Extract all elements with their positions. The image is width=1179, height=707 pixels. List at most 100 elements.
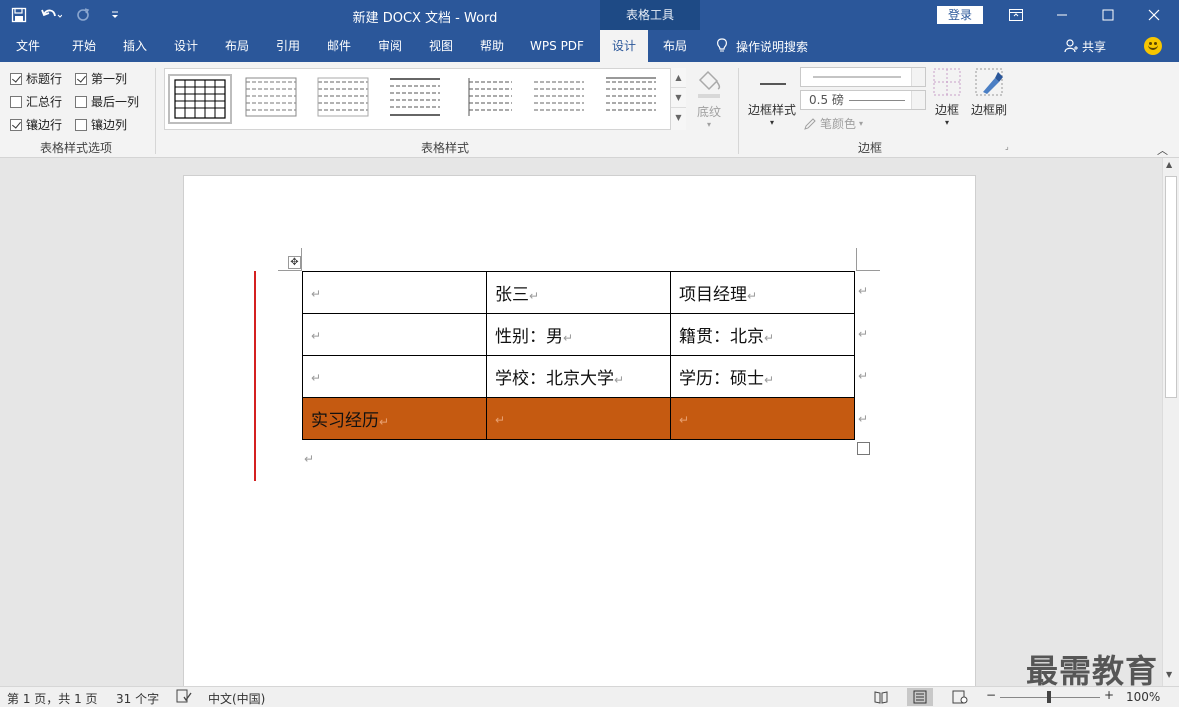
- customize-qat-icon[interactable]: [104, 4, 126, 26]
- print-layout-icon[interactable]: [907, 688, 933, 706]
- redo-icon[interactable]: [72, 4, 94, 26]
- tab-home[interactable]: 开始: [60, 30, 108, 62]
- tab-table-design[interactable]: 设计: [600, 30, 648, 62]
- tab-references[interactable]: 引用: [264, 30, 312, 62]
- save-icon[interactable]: [8, 4, 30, 26]
- line-weight-dropdown[interactable]: 0.5 磅: [800, 90, 926, 110]
- border-styles-button[interactable]: 边框样式 ▾: [744, 66, 800, 127]
- option-last-column[interactable]: 最后一列: [75, 93, 139, 110]
- scrollbar-thumb[interactable]: [1165, 176, 1177, 398]
- tab-review[interactable]: 审阅: [366, 30, 414, 62]
- word-count[interactable]: 31 个字: [116, 690, 159, 707]
- tell-me-search[interactable]: 操作说明搜索: [716, 30, 808, 62]
- vertical-scrollbar[interactable]: ▲ ▼: [1162, 158, 1179, 686]
- quick-access-toolbar: [8, 0, 126, 30]
- table-cell[interactable]: 学校：北京大学↵: [486, 355, 671, 398]
- table-style-plain-4[interactable]: [457, 74, 521, 124]
- option-banded-columns[interactable]: 镶边列: [75, 116, 127, 133]
- table-cell[interactable]: ↵: [302, 355, 487, 398]
- tab-design[interactable]: 设计: [162, 30, 210, 62]
- scroll-down-icon[interactable]: ▼: [1166, 670, 1172, 679]
- table-style-plain-5[interactable]: [529, 74, 593, 124]
- zoom-level[interactable]: 100%: [1126, 690, 1160, 704]
- tab-help[interactable]: 帮助: [468, 30, 516, 62]
- zoom-out-icon[interactable]: −: [986, 688, 996, 702]
- option-total-row[interactable]: 汇总行: [10, 93, 62, 110]
- checkbox[interactable]: [75, 72, 87, 85]
- checkbox[interactable]: [10, 118, 22, 131]
- maximize-icon[interactable]: [1085, 0, 1131, 30]
- page-count[interactable]: 第 1 页，共 1 页: [7, 690, 98, 707]
- table-cell[interactable]: ↵: [670, 397, 855, 440]
- gallery-more-icon[interactable]: ▼: [671, 108, 686, 128]
- table-cell[interactable]: 性别：男↵: [486, 313, 671, 356]
- minimize-icon[interactable]: [1039, 0, 1085, 30]
- table-style-plain-6[interactable]: [601, 74, 665, 124]
- option-header-row[interactable]: 标题行: [10, 70, 62, 87]
- crop-mark: [856, 270, 880, 271]
- border-painter-icon: [975, 68, 1003, 96]
- pen-color-button[interactable]: 笔颜色 ▾: [803, 115, 863, 132]
- document-table: ↵ 张三↵ 项目经理↵ ↵ 性别：男↵ 籍贯：北京↵ ↵ 学校：北京大学↵ 学历…: [302, 271, 855, 440]
- table-style-grid[interactable]: [168, 74, 232, 124]
- checkbox[interactable]: [75, 118, 87, 131]
- option-first-column[interactable]: 第一列: [75, 70, 127, 87]
- borders-button[interactable]: 边框 ▾: [928, 66, 966, 127]
- tab-layout[interactable]: 布局: [213, 30, 261, 62]
- borders-dialog-launcher-icon[interactable]: ⌟: [1005, 142, 1009, 151]
- tab-wps-pdf[interactable]: WPS PDF: [522, 30, 592, 62]
- table-cell[interactable]: ↵: [302, 271, 487, 314]
- table-move-handle-icon[interactable]: ✥: [288, 256, 301, 269]
- border-painter-button[interactable]: 边框刷: [968, 66, 1010, 118]
- gallery-up-icon[interactable]: ▲: [671, 68, 686, 88]
- gallery-down-icon[interactable]: ▼: [671, 88, 686, 108]
- chevron-down-icon: [911, 68, 925, 86]
- pen-icon: [804, 117, 816, 130]
- window-title: 新建 DOCX 文档 - Word: [352, 11, 498, 26]
- table-resize-handle[interactable]: [857, 442, 870, 455]
- borders-label: 边框: [934, 103, 959, 117]
- table-style-plain-3[interactable]: [385, 74, 449, 124]
- table-cell[interactable]: ↵: [302, 313, 487, 356]
- read-mode-icon[interactable]: [868, 688, 894, 706]
- close-icon[interactable]: [1131, 0, 1177, 30]
- tab-mailings[interactable]: 邮件: [315, 30, 363, 62]
- end-of-row-mark: ↵: [858, 369, 869, 383]
- language[interactable]: 中文(中国): [208, 690, 265, 707]
- tab-view[interactable]: 视图: [417, 30, 465, 62]
- zoom-slider-thumb[interactable]: [1047, 691, 1051, 703]
- shading-button[interactable]: 底纹 ▾: [690, 66, 728, 129]
- login-button[interactable]: 登录: [937, 6, 983, 24]
- watermark-logo: 最需教育: [1026, 652, 1159, 690]
- proofing-icon[interactable]: [176, 689, 192, 706]
- checkbox[interactable]: [10, 95, 22, 108]
- scroll-up-icon[interactable]: ▲: [1166, 160, 1172, 169]
- undo-icon[interactable]: [40, 4, 62, 26]
- table-style-plain-2[interactable]: [313, 74, 377, 124]
- checkbox[interactable]: [75, 95, 87, 108]
- share-button[interactable]: 共享: [1064, 30, 1106, 62]
- web-layout-icon[interactable]: [946, 688, 972, 706]
- collapse-ribbon-icon[interactable]: ︿: [1157, 142, 1168, 158]
- tab-insert[interactable]: 插入: [111, 30, 159, 62]
- table-cell[interactable]: 籍贯：北京↵: [670, 313, 855, 356]
- gallery-scroll[interactable]: ▲ ▼ ▼: [670, 68, 686, 130]
- ribbon-display-options-icon[interactable]: [993, 0, 1039, 30]
- table-cell[interactable]: 实习经历↵: [302, 397, 487, 440]
- border-style-line-icon: [760, 83, 786, 85]
- option-banded-rows[interactable]: 镶边行: [10, 116, 62, 133]
- table-cell[interactable]: 项目经理↵: [670, 271, 855, 314]
- checkbox[interactable]: [10, 72, 22, 85]
- tab-table-layout[interactable]: 布局: [651, 30, 699, 62]
- table-cell[interactable]: 张三↵: [486, 271, 671, 314]
- tab-file[interactable]: 文件: [4, 30, 52, 62]
- crop-mark: [856, 248, 857, 271]
- line-style-dropdown[interactable]: [800, 67, 926, 87]
- shading-label: 底纹: [696, 105, 721, 119]
- table-style-plain-1[interactable]: [241, 74, 305, 124]
- chevron-down-icon: ▾: [944, 118, 949, 127]
- feedback-smiley-icon[interactable]: [1144, 37, 1162, 55]
- table-cell[interactable]: ↵: [486, 397, 671, 440]
- table-cell[interactable]: 学历：硕士↵: [670, 355, 855, 398]
- document-page[interactable]: ✥ ↵ 张三↵ 项目经理↵ ↵ 性别：男↵ 籍贯：北京↵ ↵ 学校：北京大学↵ …: [183, 175, 976, 686]
